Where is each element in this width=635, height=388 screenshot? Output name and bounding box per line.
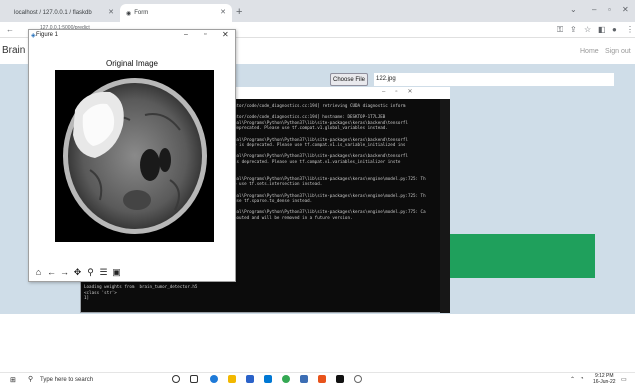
word-icon[interactable] [300, 375, 308, 383]
windows-start-icon[interactable]: ⊞ [10, 376, 16, 384]
configure-icon[interactable]: ☰ [98, 267, 109, 278]
share-icon[interactable]: ⇪ [570, 25, 577, 34]
menu-icon[interactable]: ⋮ [626, 25, 634, 34]
terminal-icon[interactable] [336, 375, 344, 383]
tab-label: Form [134, 10, 149, 16]
clock-date: 16-Jun-22 [593, 379, 616, 385]
tray-chevron-up-icon[interactable]: ⌃ [570, 376, 575, 383]
pan-icon[interactable]: ✥ [72, 267, 83, 278]
home-icon[interactable]: ⌂ [33, 267, 44, 277]
taskbar-search-input[interactable]: Type here to search [40, 377, 93, 383]
notification-icon[interactable]: ▭ [621, 376, 627, 383]
console-window-controls[interactable]: –▫✕ [382, 88, 423, 95]
image-heading: Original Image [105, 59, 159, 68]
profile-icon[interactable]: ● [612, 25, 617, 34]
back-icon[interactable]: ← [6, 25, 14, 34]
store-icon[interactable] [246, 375, 254, 383]
close-icon[interactable]: ✕ [222, 30, 229, 39]
selected-file-name: 122.jpg [374, 73, 614, 86]
chrome-icon[interactable] [282, 375, 290, 383]
minimize-icon[interactable]: – [184, 31, 188, 38]
sidebar-icon[interactable]: ◧ [598, 25, 606, 34]
network-icon[interactable]: ◔ [580, 376, 584, 382]
chevron-down-icon[interactable]: ⌄ [570, 5, 577, 14]
office-icon[interactable] [318, 375, 326, 383]
nav-signout-link[interactable]: Sign out [605, 48, 631, 55]
console-line: 1] [84, 295, 90, 301]
settings-icon[interactable] [354, 375, 362, 383]
close-tab-icon[interactable]: ✕ [108, 8, 114, 16]
console-output-bottom: Loading weights from brain_tumor_detecto… [84, 284, 284, 301]
save-icon[interactable]: ▣ [111, 267, 122, 278]
close-tab-icon[interactable]: ✕ [220, 8, 226, 16]
edge-icon[interactable] [210, 375, 218, 383]
globe-icon: ◉ [126, 10, 132, 17]
new-tab-icon[interactable]: + [236, 6, 242, 18]
figure-title: Figure 1 [36, 32, 59, 38]
mri-brain-image [55, 70, 214, 242]
star-icon[interactable]: ☆ [584, 25, 591, 34]
console-line: nouted and will be removed in a future v… [234, 214, 353, 220]
zoom-icon[interactable]: ⚲ [85, 267, 96, 278]
site-brand[interactable]: Brain [2, 45, 25, 56]
browser-tab-phpmyadmin[interactable]: localhost / 127.0.0.1 / flaskdb ✕ [8, 4, 120, 22]
predict-button[interactable] [445, 234, 595, 278]
choose-file-button[interactable]: Choose File [330, 73, 368, 86]
nav-home-link[interactable]: Home [580, 48, 599, 55]
task-view-icon[interactable] [190, 375, 198, 383]
file-explorer-icon[interactable] [228, 375, 236, 383]
figure-toolbar: ⌂ ← → ✥ ⚲ ☰ ▣ [30, 264, 234, 280]
figure-app-icon: ◈ [31, 33, 36, 39]
maximize-icon[interactable]: ▫ [204, 31, 206, 38]
forward-icon[interactable]: → [59, 267, 70, 277]
minimize-icon[interactable]: – [592, 5, 596, 14]
tab-label: localhost / 127.0.0.1 / flaskdb [14, 10, 92, 16]
search-icon[interactable]: ⚲ [28, 375, 33, 383]
taskbar-clock[interactable]: 9:12 PM 16-Jun-22 [593, 373, 616, 385]
console-output: ntor/code/code_diagnostics.cc:194] retri… [234, 103, 438, 220]
key-icon[interactable]: ⚿ [557, 25, 563, 35]
close-window-icon[interactable]: ✕ [622, 5, 629, 14]
browser-tab-form[interactable]: ◉ Form ✕ [120, 4, 232, 22]
back-icon[interactable]: ← [46, 267, 57, 277]
console-scrollbar[interactable] [440, 99, 450, 313]
cortana-icon[interactable] [172, 375, 180, 383]
mail-icon[interactable] [264, 375, 272, 383]
maximize-icon[interactable]: ▫ [608, 5, 611, 14]
